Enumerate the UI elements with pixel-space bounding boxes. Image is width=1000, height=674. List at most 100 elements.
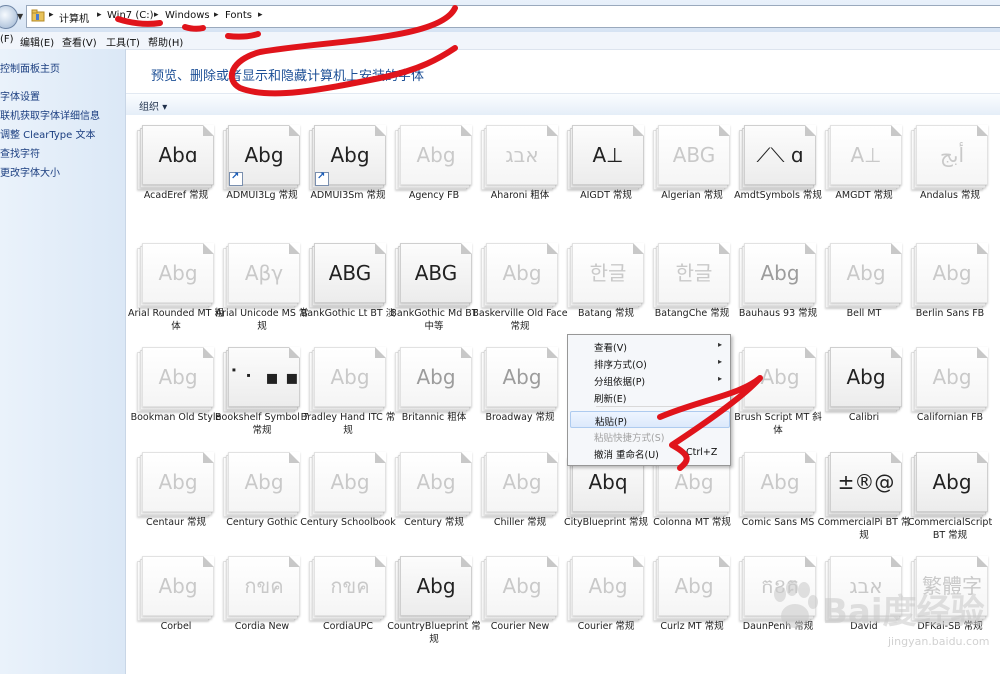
ctx-refresh[interactable]: 刷新(E) [570,389,728,405]
back-button[interactable] [0,5,18,29]
font-file-icon: Abg [395,347,472,412]
font-tile[interactable]: Abg Broadway 常规 [470,337,558,437]
breadcrumb-separator-icon[interactable]: ▸ [154,10,159,20]
font-tile[interactable]: Abg Century 常规 [384,442,472,542]
font-tile[interactable]: ⟋⟍ ɑ AmdtSymbols 常规 [728,115,822,215]
font-tile[interactable]: Abg Century Gothic [212,442,300,542]
chevron-down-icon: ▾ [162,102,168,113]
font-tile[interactable]: Abg Calibri [814,337,902,437]
menu-tools[interactable]: 工具(T) [106,34,140,49]
font-tile[interactable]: ⠁⠂ ▪ ▪ Bookshelf Symbol 7 常规 [212,337,309,437]
font-tile[interactable]: Abg Bradley Hand ITC 常规 [298,337,395,437]
font-sample: กขค [244,574,284,598]
font-tile[interactable]: Abg CountryBlueprint 常规 [384,546,481,646]
ctx-group-by[interactable]: 分组依据(P) ▸ [570,372,728,388]
font-sample: Abg [502,365,542,389]
breadcrumb-separator-icon[interactable]: ▸ [214,10,219,20]
ctx-paste-shortcut[interactable]: 粘贴快捷方式(S) [570,428,728,444]
font-tile[interactable]: 한글 Batang 常规 [556,233,644,333]
font-tile[interactable]: ±®@ CommercialPi BT 常规 [814,442,910,542]
font-name: Brush Script MT 斜体 [734,412,822,436]
font-tile[interactable]: A⊥ AIGDT 常规 [556,115,644,215]
font-name: ADMUI3Lg 常规 [226,190,298,201]
font-tile[interactable]: ABG BankGothic Md BT 中等 [384,233,478,333]
font-tile[interactable]: Abg Chiller 常规 [470,442,558,542]
font-name: CityBlueprint 常规 [564,517,648,528]
font-tile[interactable]: Abg Britannic 粗体 [384,337,472,437]
font-tile[interactable]: Abg Century Schoolbook [298,442,396,542]
font-tile[interactable]: Abg Courier New [470,546,558,646]
menu-edit[interactable]: 编辑(E) [20,34,54,49]
breadcrumb-separator-icon[interactable]: ▸ [97,10,102,20]
change-font-size-link[interactable]: 更改字体大小 [0,164,60,179]
shortcut-key-label: Ctrl+Z [686,447,718,458]
font-tile[interactable]: Abg CommercialScript BT 常规 [900,442,992,542]
font-name: Corbel [160,621,192,632]
font-tile[interactable]: กขค CordiaUPC [298,546,386,646]
breadcrumb-windows[interactable]: Windows [165,10,210,21]
font-tile[interactable]: A⊥ AMGDT 常规 [814,115,902,215]
font-tile[interactable]: AbgADMUI3Lg 常规 [212,115,300,215]
font-file-icon: 한글 [653,243,730,308]
font-tile[interactable]: Abg Bell MT [814,233,902,333]
get-font-info-online-link[interactable]: 联机获取字体详细信息 [0,107,100,122]
font-file-icon: Abg [481,556,558,621]
font-tile[interactable]: AbgADMUI3Sm 常规 [298,115,386,215]
font-tile[interactable]: กขค Cordia New [212,546,300,646]
font-file-icon: Abg [395,556,472,621]
control-panel-home-link[interactable]: 控制面板主页 [0,60,60,75]
menu-item-label: 粘贴快捷方式(S) [594,433,665,444]
paw-icon [774,580,818,628]
font-file-icon: Abg [137,347,214,412]
font-name: BankGothic Lt BT 淡 [300,308,396,319]
font-tile[interactable]: Αβγ Arial Unicode MS 常规 [212,233,308,333]
ctx-undo-rename[interactable]: 撤消 重命名(U) Ctrl+Z [570,445,728,461]
breadcrumb-fonts[interactable]: Fonts [225,10,252,21]
breadcrumb-separator-icon[interactable]: ▸ [258,10,263,20]
font-tile[interactable]: 한글 BatangChe 常规 [642,233,730,333]
menu-file[interactable]: (F) [0,34,14,45]
font-name: Curlz MT 常规 [660,621,724,632]
font-tile[interactable]: אבג Aharoni 粗体 [470,115,558,215]
font-file-icon: Abg [223,125,300,190]
font-tile[interactable]: Abg Corbel [126,546,214,646]
font-tile[interactable]: Abg Arial Rounded MT 粗体 [126,233,224,333]
command-bar: 组织 ▾ [126,93,1000,116]
font-name: CordiaUPC [323,621,373,632]
breadcrumb-drive[interactable]: Win7 (C:) [107,10,153,21]
font-tile[interactable]: Abg Berlin Sans FB [900,233,988,333]
font-name: Aharoni 粗体 [490,190,550,201]
breadcrumb-separator-icon[interactable]: ▸ [49,10,54,20]
font-tile[interactable]: Abg Bookman Old Style [126,337,221,437]
font-tile[interactable]: Abg Courier 常规 [556,546,644,646]
font-file-icon: ABG [309,243,386,308]
find-character-link[interactable]: 查找字符 [0,145,40,160]
font-tile[interactable]: Abg Centaur 常规 [126,442,214,542]
font-tile[interactable]: Abg Bauhaus 93 常规 [728,233,817,333]
font-file-icon: ABG [653,125,730,190]
font-tile[interactable]: Abg Curlz MT 常规 [642,546,730,646]
font-name: Chiller 常规 [493,517,547,528]
recent-pages-dropdown[interactable]: ▼ [17,12,23,21]
breadcrumb-computer[interactable]: 计算机 [59,10,89,25]
ctx-view[interactable]: 查看(V) ▸ [570,338,728,354]
font-tile[interactable]: Abɑ AcadEref 常规 [126,115,214,215]
font-file-icon: Abg [309,347,386,412]
font-tile[interactable]: Abg Comic Sans MS [728,442,816,542]
address-box[interactable]: ▸ 计算机 ▸ Win7 (C:) ▸ Windows ▸ Fonts ▸ [26,5,1000,28]
menu-help[interactable]: 帮助(H) [148,34,183,49]
ctx-sort-by[interactable]: 排序方式(O) ▸ [570,355,728,371]
font-file-icon: Abg [481,452,558,517]
font-tile[interactable]: Abg Baskerville Old Face 常规 [470,233,568,333]
font-tile[interactable]: Abg Californian FB [900,337,988,437]
menu-view[interactable]: 查看(V) [62,34,97,49]
font-settings-link[interactable]: 字体设置 [0,88,40,103]
ctx-paste[interactable]: 粘贴(P) [570,411,730,428]
font-tile[interactable]: Abg Brush Script MT 斜体 [728,337,822,437]
font-tile[interactable]: أبج Andalus 常规 [900,115,988,215]
font-tile[interactable]: ABG BankGothic Lt BT 淡 [298,233,395,333]
font-tile[interactable]: Abg Agency FB [384,115,472,215]
cleartype-link[interactable]: 调整 ClearType 文本 [0,126,95,141]
font-tile[interactable]: ABG Algerian 常规 [642,115,730,215]
organize-button[interactable]: 组织 ▾ [139,98,167,113]
